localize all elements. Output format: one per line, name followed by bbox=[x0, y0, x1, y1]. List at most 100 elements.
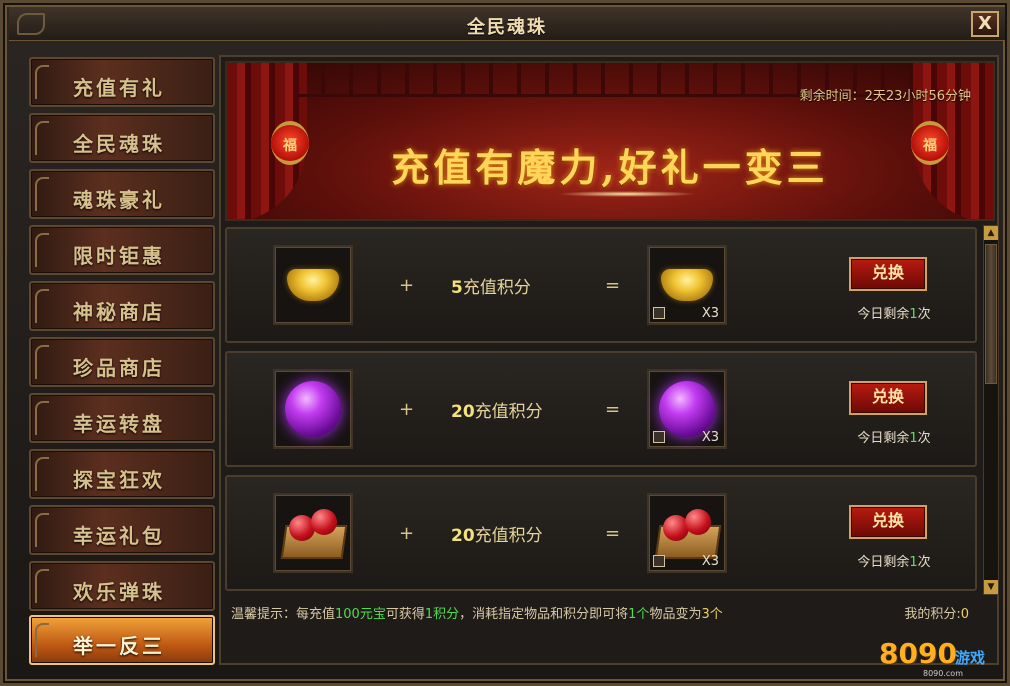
equals-sign: = bbox=[605, 399, 621, 420]
remain-suffix: 次 bbox=[917, 555, 931, 570]
apple-icon bbox=[311, 509, 337, 535]
tab-ornament-icon bbox=[35, 569, 49, 603]
tab-ornament-icon bbox=[35, 65, 49, 99]
tab-ornament-icon bbox=[35, 623, 49, 657]
sidebar-item-soul-orb[interactable]: 全民魂珠 bbox=[29, 113, 215, 163]
remain-prefix: 今日剩余 bbox=[857, 431, 910, 446]
output-item-slot[interactable]: X3 bbox=[647, 369, 727, 449]
watermark-number: 8090 bbox=[879, 637, 957, 670]
remain-prefix: 今日剩余 bbox=[857, 555, 910, 570]
watermark-text: 游戏 bbox=[955, 649, 986, 667]
sidebar-item-label: 举一反三 bbox=[73, 634, 165, 658]
hint-text: 温馨提示：每充值100元宝可获得1积分，消耗指定物品和积分即可将1个物品变为3个 bbox=[231, 603, 723, 622]
remaining-count: 今日剩余1次 bbox=[839, 303, 949, 322]
sidebar-item-label: 幸运礼包 bbox=[73, 524, 165, 548]
sidebar-item-rare-shop[interactable]: 珍品商店 bbox=[29, 337, 215, 387]
tip-highlight: 3个 bbox=[701, 607, 723, 622]
exchange-button[interactable]: 兑换 bbox=[849, 505, 927, 539]
sidebar-item-label: 神秘商店 bbox=[73, 300, 165, 324]
points-number: 20 bbox=[451, 526, 475, 546]
exchange-button[interactable]: 兑换 bbox=[849, 381, 927, 415]
sidebar-item-mystery-shop[interactable]: 神秘商店 bbox=[29, 281, 215, 331]
tip-part: 可获得 bbox=[385, 607, 425, 622]
item-quantity: X3 bbox=[701, 430, 719, 445]
points-label: 充值积分 bbox=[474, 402, 543, 422]
remain-suffix: 次 bbox=[917, 307, 931, 322]
banner-title: 充值有魔力,好礼一变三 bbox=[391, 145, 829, 190]
apple-icon bbox=[685, 509, 711, 535]
watermark-domain: 8090.com bbox=[923, 669, 963, 678]
my-points-value: 0 bbox=[960, 607, 969, 622]
sidebar-item-label: 限时钜惠 bbox=[73, 244, 165, 268]
sidebar-item-one-to-three[interactable]: 举一反三 bbox=[29, 615, 215, 665]
banner-glow bbox=[557, 191, 697, 197]
list-scrollbar[interactable]: ▲ ▼ bbox=[983, 225, 999, 595]
tip-part: 物品变为 bbox=[649, 607, 702, 622]
sidebar-item-treasure-carnival[interactable]: 探宝狂欢 bbox=[29, 449, 215, 499]
sidebar-item-recharge-gift[interactable]: 充值有礼 bbox=[29, 57, 215, 107]
exchange-row: + 20充值积分 = X3 兑换 今日剩余1次 bbox=[225, 475, 977, 591]
sidebar-item-limited-deal[interactable]: 限时钜惠 bbox=[29, 225, 215, 275]
equals-sign: = bbox=[605, 523, 621, 544]
gold-ingot-icon bbox=[287, 269, 339, 301]
required-points: 20充值积分 bbox=[451, 397, 543, 422]
points-number: 5 bbox=[451, 278, 463, 298]
tip-part: 温馨提示：每充值 bbox=[231, 607, 336, 622]
sidebar-item-lucky-pack[interactable]: 幸运礼包 bbox=[29, 505, 215, 555]
remaining-count: 今日剩余1次 bbox=[839, 551, 949, 570]
input-item-slot[interactable] bbox=[273, 369, 353, 449]
tip-part: ，消耗指定物品和积分即可将 bbox=[459, 607, 629, 622]
remain-suffix: 次 bbox=[917, 431, 931, 446]
remaining-count: 今日剩余1次 bbox=[839, 427, 949, 446]
tip-highlight: 100元宝 bbox=[335, 607, 386, 622]
exchange-row: + 5充值积分 = X3 兑换 今日剩余1次 bbox=[225, 227, 977, 343]
gold-ingot-icon bbox=[661, 269, 713, 301]
my-points-label: 我的积分: bbox=[904, 607, 961, 622]
bound-icon bbox=[653, 307, 665, 319]
sidebar-item-pinball[interactable]: 欢乐弹珠 bbox=[29, 561, 215, 611]
exchange-row: + 20充值积分 = X3 兑换 今日剩余1次 bbox=[225, 351, 977, 467]
output-item-slot[interactable]: X3 bbox=[647, 493, 727, 573]
sidebar-item-lucky-wheel[interactable]: 幸运转盘 bbox=[29, 393, 215, 443]
sidebar-item-label: 探宝狂欢 bbox=[73, 468, 165, 492]
tab-ornament-icon bbox=[35, 345, 49, 379]
sidebar-item-label: 欢乐弹珠 bbox=[73, 580, 165, 604]
lantern-char: 福 bbox=[923, 138, 937, 154]
lantern-icon: 福 bbox=[271, 121, 309, 165]
scroll-down-icon[interactable]: ▼ bbox=[984, 580, 998, 594]
output-item-slot[interactable]: X3 bbox=[647, 245, 727, 325]
points-number: 20 bbox=[451, 402, 475, 422]
item-quantity: X3 bbox=[701, 306, 719, 321]
sidebar-item-orb-gift[interactable]: 魂珠豪礼 bbox=[29, 169, 215, 219]
tab-ornament-icon bbox=[35, 513, 49, 547]
sidebar-item-label: 充值有礼 bbox=[73, 76, 165, 100]
points-label: 充值积分 bbox=[474, 526, 543, 546]
content-panel: 福 福 剩余时间：2天23小时56分钟 充值有魔力,好礼一变三 + 5充值积分 … bbox=[219, 55, 999, 665]
lantern-icon: 福 bbox=[911, 121, 949, 165]
sidebar-item-label: 珍品商店 bbox=[73, 356, 165, 380]
input-item-slot[interactable] bbox=[273, 493, 353, 573]
tab-ornament-icon bbox=[35, 121, 49, 155]
remain-prefix: 今日剩余 bbox=[857, 307, 910, 322]
event-banner: 福 福 剩余时间：2天23小时56分钟 充值有魔力,好礼一变三 bbox=[225, 61, 995, 221]
bound-icon bbox=[653, 431, 665, 443]
activity-window: 全民魂珠 X 充值有礼 全民魂珠 魂珠豪礼 限时钜惠 神秘商店 珍品商店 幸运转… bbox=[0, 0, 1010, 686]
input-item-slot[interactable] bbox=[273, 245, 353, 325]
scroll-thumb[interactable] bbox=[985, 244, 997, 384]
plus-sign: + bbox=[399, 275, 415, 296]
my-points: 我的积分:0 bbox=[904, 603, 969, 622]
lantern-char: 福 bbox=[283, 138, 297, 154]
required-points: 5充值积分 bbox=[451, 273, 531, 298]
exchange-button[interactable]: 兑换 bbox=[849, 257, 927, 291]
scroll-up-icon[interactable]: ▲ bbox=[984, 226, 998, 240]
close-button[interactable]: X bbox=[971, 11, 999, 37]
site-watermark: 8090 游戏 8090.com bbox=[879, 631, 997, 678]
remain-number: 1 bbox=[909, 431, 918, 446]
remain-number: 1 bbox=[909, 555, 918, 570]
remain-number: 1 bbox=[909, 307, 918, 322]
tab-ornament-icon bbox=[35, 177, 49, 211]
plus-sign: + bbox=[399, 523, 415, 544]
tab-ornament-icon bbox=[35, 233, 49, 267]
tip-highlight: 1积分 bbox=[424, 607, 460, 622]
equals-sign: = bbox=[605, 275, 621, 296]
